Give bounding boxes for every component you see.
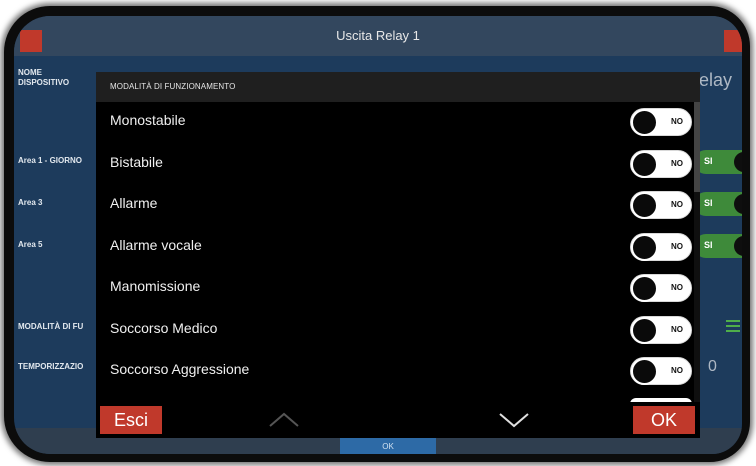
option-row[interactable]: Soccorso Aggressione NO (96, 351, 700, 391)
toggle-knob (631, 192, 658, 219)
area-label: Area 3 (18, 198, 43, 207)
option-toggle[interactable]: NO (630, 150, 692, 178)
toggle-knob (631, 234, 658, 261)
timer-label: TEMPORIZZAZIO (18, 362, 84, 371)
toggle-state: SI (704, 156, 713, 166)
dialog-title: MODALITÀ DI FUNZIONAMENTO (96, 72, 700, 102)
toggle-state: NO (671, 159, 683, 168)
option-label: Allarme vocale (110, 237, 202, 253)
dialog-footer: Esci OK (96, 402, 700, 438)
option-row[interactable]: Bistabile NO (96, 144, 700, 184)
option-toggle[interactable]: NO (630, 233, 692, 261)
option-label: Manomissione (110, 278, 201, 294)
toggle-knob (732, 150, 742, 174)
area-toggle[interactable]: SI (694, 150, 742, 174)
toggle-knob (631, 317, 658, 344)
mode-label: MODALITÀ DI FU (18, 322, 84, 331)
window-title: Uscita Relay 1 (336, 28, 420, 43)
option-row[interactable]: Allarme NO (96, 185, 700, 225)
toggle-state: NO (671, 283, 683, 292)
area-label: Area 5 (18, 240, 43, 249)
title-bar: Uscita Relay 1 (14, 16, 742, 56)
ok-button[interactable]: OK (633, 406, 695, 434)
option-label: Soccorso Aggressione (110, 361, 250, 377)
area-toggle[interactable]: SI (694, 234, 742, 258)
toggle-state: NO (671, 366, 683, 375)
option-label: Soccorso Medico (110, 320, 218, 336)
toggle-knob (631, 151, 658, 178)
option-row[interactable]: Manomissione NO (96, 268, 700, 308)
device-name-label: NOME DISPOSITIVO (18, 68, 70, 87)
option-label: Monostabile (110, 112, 186, 128)
device-frame: Uscita Relay 1 NOME DISPOSITIVO Relay 1 … (4, 6, 750, 462)
menu-icon[interactable] (726, 320, 740, 335)
toggle-knob (631, 358, 658, 385)
option-toggle[interactable]: NO (630, 191, 692, 219)
screen: Uscita Relay 1 NOME DISPOSITIVO Relay 1 … (14, 16, 742, 454)
close-button[interactable] (724, 30, 742, 52)
area-toggle[interactable]: SI (694, 192, 742, 216)
exit-button[interactable]: Esci (100, 406, 162, 434)
toggle-knob (631, 109, 658, 136)
option-label: Allarme (110, 195, 158, 211)
toggle-state: NO (671, 200, 683, 209)
chevron-up-icon[interactable] (264, 406, 304, 432)
dialog-scrollbar[interactable] (694, 102, 700, 402)
option-row[interactable]: Monostabile NO (96, 102, 700, 142)
option-label: Bistabile (110, 154, 163, 170)
option-row[interactable]: Allarme vocale NO (96, 227, 700, 267)
toggle-knob (631, 275, 658, 302)
toggle-knob (732, 192, 742, 216)
back-button[interactable] (20, 30, 42, 52)
toggle-state: SI (704, 240, 713, 250)
scroll-thumb[interactable] (694, 102, 700, 192)
toggle-state: SI (704, 198, 713, 208)
toggle-state: NO (671, 325, 683, 334)
chevron-down-icon[interactable] (494, 406, 534, 432)
timer-value: 0 (708, 358, 717, 375)
option-toggle[interactable]: NO (630, 357, 692, 385)
area-label: Area 1 - GIORNO (18, 156, 83, 165)
operating-mode-dialog: MODALITÀ DI FUNZIONAMENTO Monostabile NO… (96, 72, 700, 438)
toggle-state: NO (671, 117, 683, 126)
option-toggle[interactable]: NO (630, 274, 692, 302)
option-toggle[interactable]: NO (630, 316, 692, 344)
option-toggle[interactable]: NO (630, 108, 692, 136)
toggle-knob (732, 234, 742, 258)
toggle-state: NO (671, 242, 683, 251)
option-row[interactable]: Soccorso Medico NO (96, 310, 700, 350)
